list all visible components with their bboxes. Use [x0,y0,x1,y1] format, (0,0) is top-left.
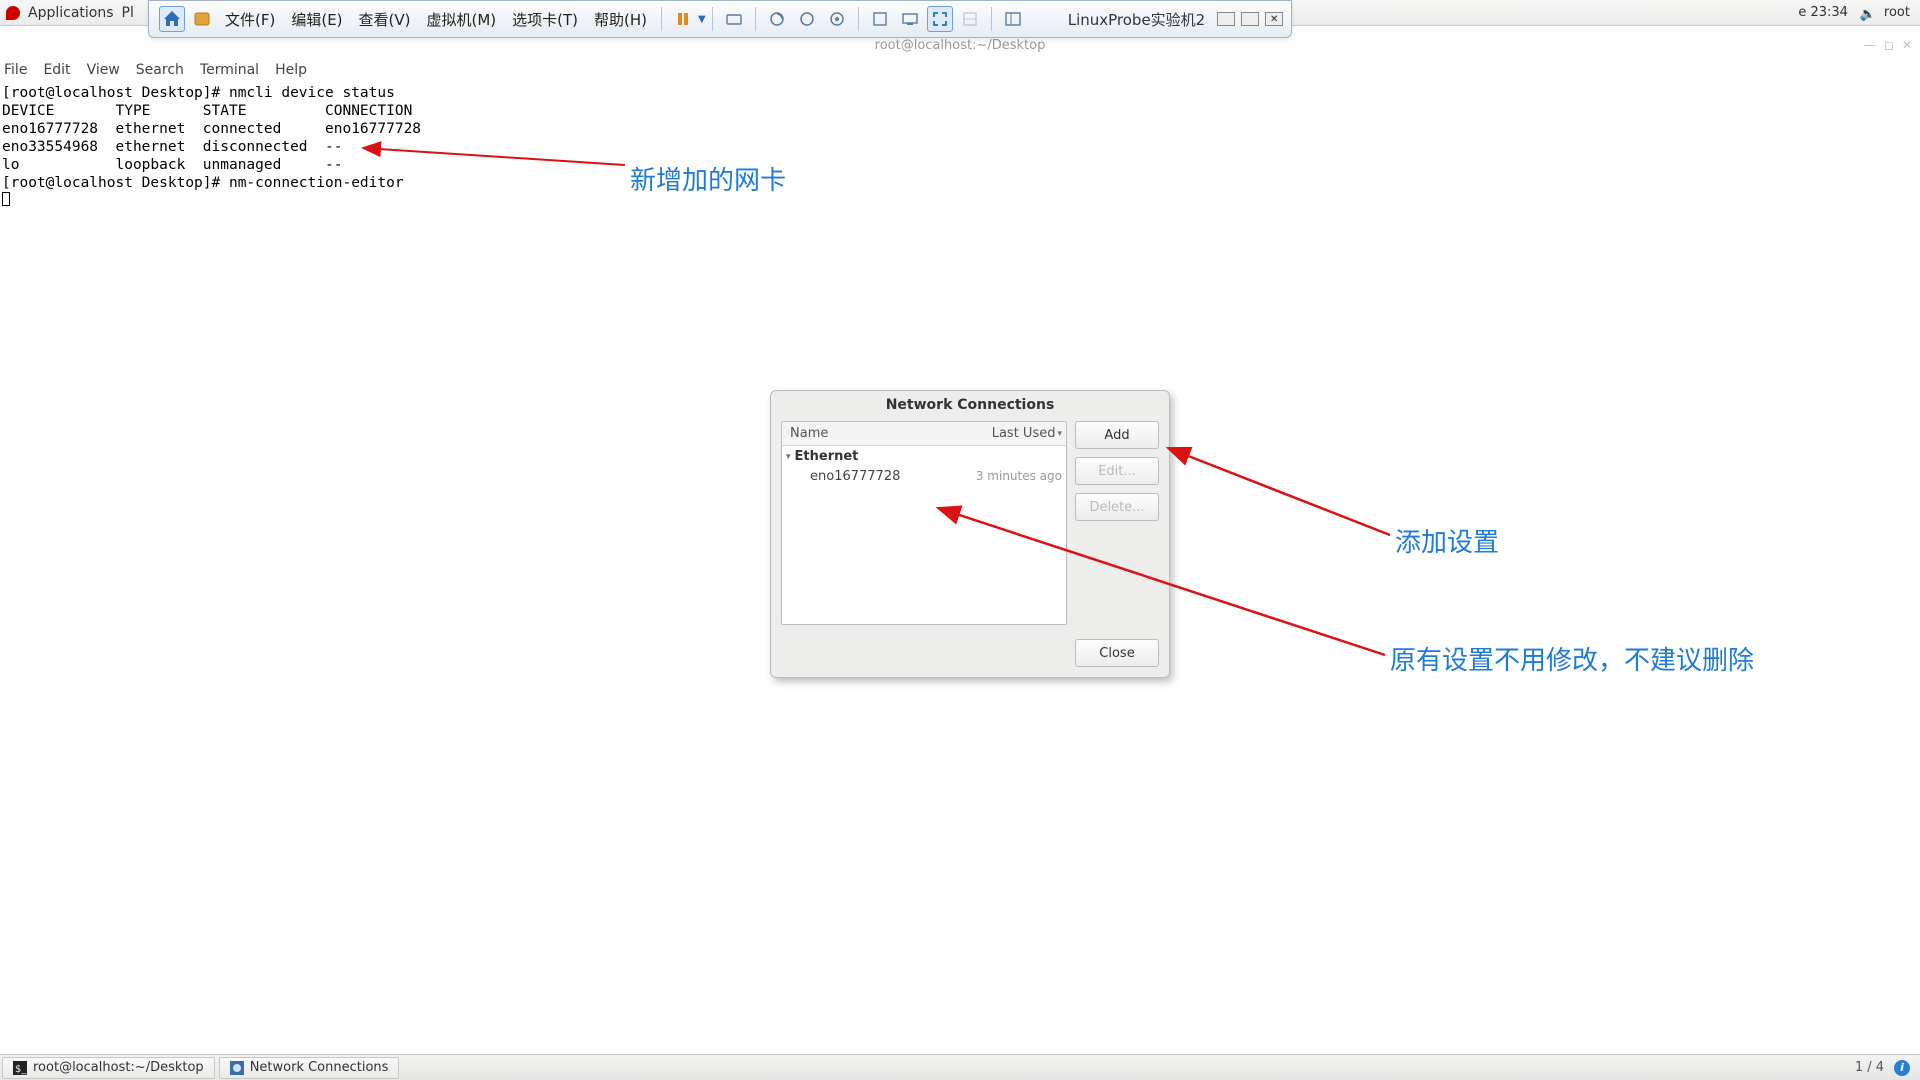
vm-menu-tabs[interactable]: 选项卡(T) [504,9,586,30]
vmware-home-icon[interactable] [159,6,185,32]
terminal-output[interactable]: [root@localhost Desktop]# nmcli device s… [2,84,1920,211]
view-console-icon[interactable] [897,6,923,32]
clock-label[interactable]: e 23:34 [1798,5,1848,20]
places-menu[interactable]: Pl [122,5,134,21]
terminal-menubar: File Edit View Search Terminal Help [4,62,307,78]
edit-button: Edit... [1075,457,1159,485]
annotation-new-nic: 新增加的网卡 [630,160,786,197]
term-menu-edit[interactable]: Edit [43,62,70,78]
delete-button: Delete... [1075,493,1159,521]
term-menu-terminal[interactable]: Terminal [200,62,259,78]
vm-tab-title[interactable]: LinuxProbe实验机2 [1068,9,1206,30]
expand-chevron-icon[interactable]: ▾ [786,452,791,462]
column-last-used[interactable]: Last Used▾ [970,422,1066,445]
vmware-library-icon[interactable] [189,6,215,32]
close-button[interactable]: ✕ [1265,12,1283,26]
term-menu-help[interactable]: Help [275,62,307,78]
svg-text:$_: $_ [15,1064,27,1075]
connection-name: eno16777728 [810,469,976,484]
snapshot-take-icon[interactable] [764,6,790,32]
dialog-title: Network Connections [771,391,1169,421]
task-terminal[interactable]: $_ root@localhost:~/Desktop [2,1057,215,1079]
task-network-connections[interactable]: Network Connections [219,1057,400,1079]
thumbnail-bar-icon[interactable] [1000,6,1026,32]
close-dialog-button[interactable]: Close [1075,639,1159,667]
applications-menu[interactable]: Applications [28,5,114,21]
terminal-icon: $_ [13,1061,27,1075]
annotation-add-setting: 添加设置 [1395,522,1499,559]
term-min-icon[interactable]: — [1864,38,1876,52]
network-icon [230,1061,244,1075]
annotation-keep-existing: 原有设置不用修改，不建议删除 [1390,640,1754,677]
group-ethernet[interactable]: ▾Ethernet [782,446,1066,467]
term-menu-search[interactable]: Search [136,62,184,78]
view-unity-icon[interactable] [957,6,983,32]
terminal-cursor [2,192,10,206]
info-icon[interactable]: i [1894,1060,1910,1076]
maximize-button[interactable] [1241,12,1259,26]
view-single-icon[interactable] [867,6,893,32]
column-name[interactable]: Name [782,422,970,445]
connection-item[interactable]: eno16777728 3 minutes ago [782,467,1066,486]
vm-menu-edit[interactable]: 编辑(E) [283,9,350,30]
send-ctrl-alt-del-icon[interactable] [721,6,747,32]
term-menu-view[interactable]: View [87,62,120,78]
user-menu[interactable]: root [1884,5,1910,20]
vmware-toolbar: 文件(F) 编辑(E) 查看(V) 虚拟机(M) 选项卡(T) 帮助(H) ▼ … [148,0,1292,38]
vm-menu-vm[interactable]: 虚拟机(M) [419,9,505,30]
minimize-button[interactable] [1217,12,1235,26]
distro-icon [6,6,20,20]
network-connections-dialog: Network Connections Name Last Used▾ ▾Eth… [770,390,1170,678]
gnome-bottom-panel: $_ root@localhost:~/Desktop Network Conn… [0,1054,1920,1080]
arrow-to-add-button [1160,440,1410,550]
pause-icon[interactable] [670,6,696,32]
vm-menu-view[interactable]: 查看(V) [351,9,419,30]
add-button[interactable]: Add [1075,421,1159,449]
sort-chevron-icon: ▾ [1057,429,1062,439]
connection-last-used: 3 minutes ago [976,469,1062,484]
view-fullscreen-icon[interactable] [927,6,953,32]
vm-menu-file[interactable]: 文件(F) [217,9,283,30]
term-close-icon[interactable]: ✕ [1902,38,1912,52]
snapshot-revert-icon[interactable] [794,6,820,32]
terminal-titlebar: root@localhost:~/Desktop — ◻ ✕ [0,38,1920,58]
connection-list[interactable]: Name Last Used▾ ▾Ethernet eno16777728 3 … [781,421,1067,625]
term-menu-file[interactable]: File [4,62,27,78]
terminal-title-text: root@localhost:~/Desktop [875,38,1046,53]
snapshot-manager-icon[interactable] [824,6,850,32]
term-max-icon[interactable]: ◻ [1884,38,1894,52]
vm-menu-help[interactable]: 帮助(H) [586,9,655,30]
workspace-indicator[interactable]: 1 / 4 [1855,1060,1884,1075]
volume-icon[interactable]: 🔈 [1860,7,1872,19]
